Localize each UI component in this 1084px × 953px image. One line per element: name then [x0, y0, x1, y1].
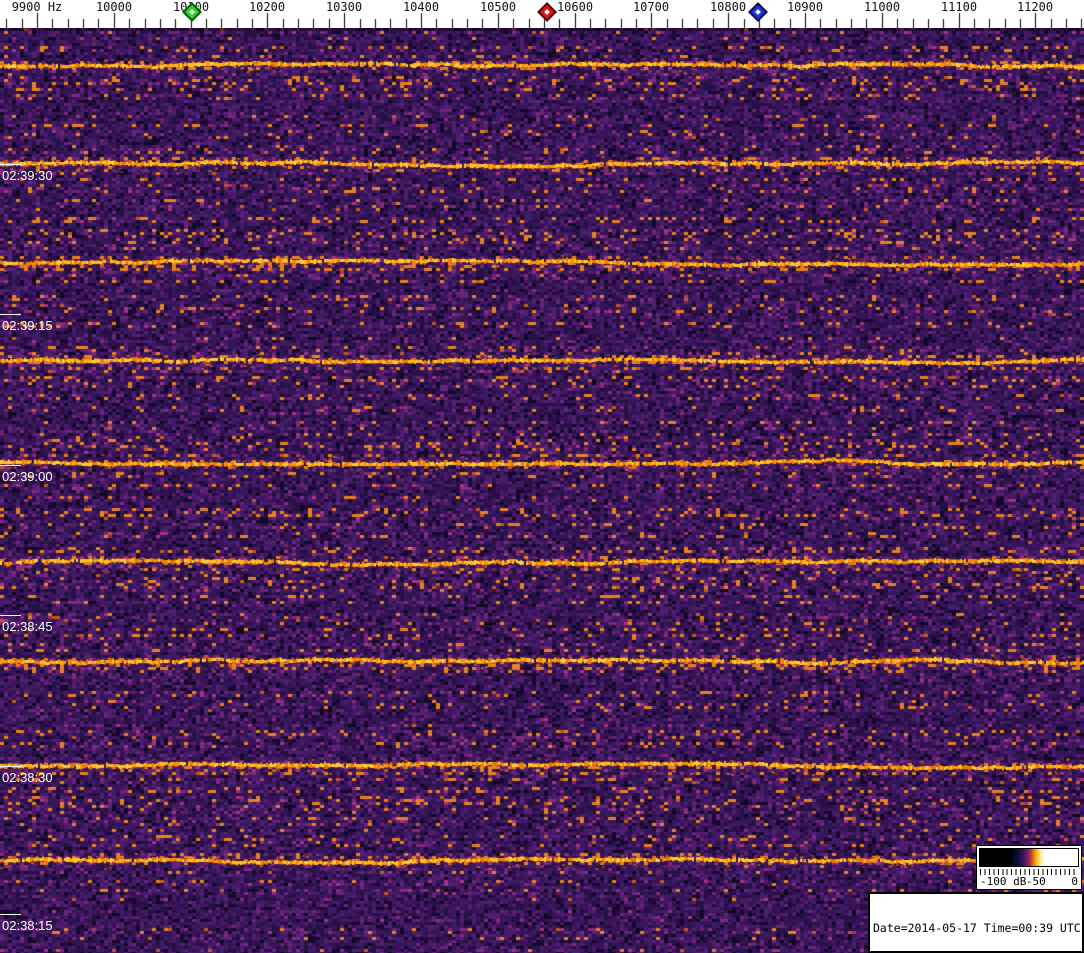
- scale-label-max: 0: [1071, 875, 1078, 888]
- info-line-date: Date=2014-05-17 Time=00:39 UTC: [873, 921, 1081, 935]
- freq-tick-label-10500: 10500: [479, 0, 517, 14]
- time-label-text: 02:39:15: [2, 318, 53, 333]
- scale-label-mid: -50: [1025, 875, 1046, 888]
- red-marker-center-dot: [544, 9, 550, 15]
- freq-tick-label-10600: 10600: [556, 0, 594, 14]
- green-marker-center-dot: [189, 9, 195, 15]
- frequency-ruler[interactable]: 9900 Hz100001010010200103001040010500106…: [0, 0, 1084, 28]
- waterfall-display[interactable]: [0, 28, 1084, 953]
- spectrogram-window: 9900 Hz100001010010200103001040010500106…: [0, 0, 1084, 953]
- color-gradient-bar[interactable]: [979, 848, 1079, 867]
- time-tick-mark: [0, 615, 21, 616]
- freq-tick-label-10400: 10400: [402, 0, 440, 14]
- freq-tick-label-10200: 10200: [248, 0, 286, 14]
- time-label-text: 02:38:30: [2, 770, 53, 785]
- time-label-02-39-30: 02:39:30: [0, 164, 53, 183]
- time-tick-mark: [0, 914, 21, 915]
- freq-tick-label-9900-Hz: 9900 Hz: [11, 0, 63, 14]
- freq-tick-label-10700: 10700: [632, 0, 670, 14]
- time-label-text: 02:38:15: [2, 918, 53, 933]
- freq-tick-label-10800: 10800: [709, 0, 747, 14]
- time-label-02-39-00: 02:39:00: [0, 465, 53, 484]
- time-label-02-38-15: 02:38:15: [0, 914, 53, 933]
- color-scale-labels: -100 dB -50 0: [980, 875, 1078, 888]
- blue-marker-center-dot: [755, 9, 761, 15]
- time-label-text: 02:38:45: [2, 619, 53, 634]
- time-label-text: 02:39:30: [2, 168, 53, 183]
- amplitude-color-scale[interactable]: -100 dB -50 0: [976, 845, 1082, 890]
- freq-tick-label-11100: 11100: [940, 0, 978, 14]
- time-tick-mark: [0, 465, 21, 466]
- observation-info-box: Date=2014-05-17 Time=00:39 UTC Freq=143 …: [868, 892, 1084, 953]
- freq-tick-label-11000: 11000: [863, 0, 901, 14]
- time-label-text: 02:39:00: [2, 469, 53, 484]
- freq-tick-label-10300: 10300: [325, 0, 363, 14]
- time-label-02-38-30: 02:38:30: [0, 766, 53, 785]
- freq-tick-label-11200: 11200: [1016, 0, 1054, 14]
- freq-tick-label-10900: 10900: [786, 0, 824, 14]
- time-tick-mark: [0, 314, 21, 315]
- time-label-02-39-15: 02:39:15: [0, 314, 53, 333]
- scale-label-min: -100 dB: [980, 875, 1027, 888]
- time-tick-mark: [0, 164, 21, 165]
- freq-tick-label-10000: 10000: [95, 0, 133, 14]
- time-label-02-38-45: 02:38:45: [0, 615, 53, 634]
- time-tick-mark: [0, 766, 21, 767]
